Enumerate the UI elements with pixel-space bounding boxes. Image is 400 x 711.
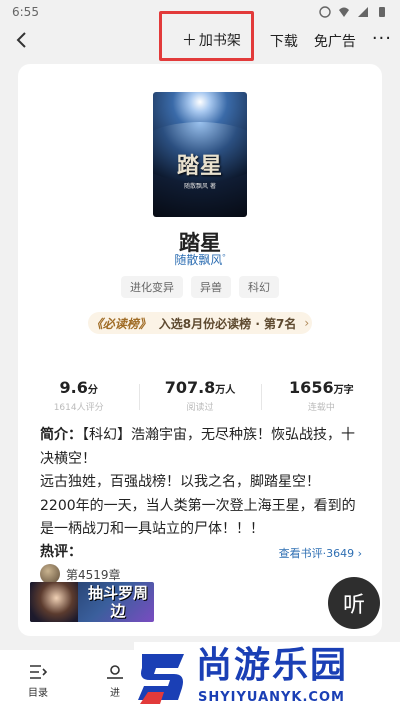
stat-value: 1656 [289, 378, 334, 397]
tag-item[interactable]: 异兽 [191, 276, 231, 298]
top-actions: ＋ 加书架 下载 免广告 ··· [158, 11, 392, 61]
chevron-right-icon: › [354, 546, 362, 560]
cover-title: 踏星 [176, 154, 223, 179]
progress-icon [107, 665, 123, 679]
cover-author: 随散飘风 著 [184, 183, 216, 190]
view-comments-label: 查看书评·3649 [278, 546, 355, 560]
book-cover[interactable]: 踏星 随散飘风 著 [153, 92, 247, 217]
rank-banner[interactable]: 《必读榜》 入选8月份必读榜 · 第7名 › [88, 312, 312, 334]
stat-unit: 万人 [215, 385, 236, 396]
add-to-shelf-label: 加书架 [198, 33, 241, 49]
tag-list: 进化变异 异兽 科幻 [0, 276, 400, 298]
listen-button[interactable]: 听 [328, 577, 380, 629]
comments-header: 热评： 查看书评·3649 › [40, 541, 362, 561]
site-watermark: 尚游乐园 SHYIYUANYK.COM [134, 642, 400, 711]
wifi-icon [339, 7, 349, 17]
synopsis[interactable]: 简介：【科幻】浩瀚宇宙，无尽种族！恢弘战技，十决横空！ 远古独姓，百强战榜！以我… [40, 424, 362, 542]
watermark-logo-icon [138, 654, 184, 704]
battery-icon [379, 7, 385, 17]
promo-banner[interactable]: 抽斗罗周边 [30, 582, 154, 622]
synopsis-line: 远古独姓，百强战榜！以我之名，脚踏星空！ [40, 474, 320, 490]
nav-label: 进 [110, 688, 120, 699]
plus-icon: ＋ [181, 31, 197, 49]
no-ads-button[interactable]: 免广告 [314, 31, 356, 51]
tag-item[interactable]: 进化变异 [121, 276, 183, 298]
nav-item-catalog[interactable]: 目录 [28, 664, 48, 699]
download-button[interactable]: 下载 [270, 31, 298, 51]
tag-item[interactable]: 科幻 [239, 276, 279, 298]
stat-label: 连载中 [307, 403, 335, 413]
rank-badge-text: 必读榜 [102, 316, 139, 331]
status-icons [319, 6, 388, 18]
stat-word-count: 1656万字 连载中 [260, 378, 382, 418]
author-arrow-icon: ᵒ [222, 252, 226, 261]
top-bar: ＋ 加书架 下载 免广告 ··· [0, 11, 400, 61]
stats-row: 9.6分 1614人评分 707.8万人 阅读过 1656万字 连载中 [18, 378, 382, 418]
promo-text: 抽斗罗周边 [87, 584, 148, 620]
stat-label: 1614人评分 [53, 403, 104, 413]
synopsis-line: 2200年的一天，当人类第一次登上海王星，看到的是一柄战刀和一具站立的尸体！！！ [40, 497, 356, 538]
add-to-shelf-button[interactable]: ＋ 加书架 [158, 11, 254, 61]
stat-unit: 分 [87, 385, 98, 396]
watermark-text-cn: 尚游乐园 [196, 645, 349, 686]
rank-badge: 《必读榜》 [90, 316, 151, 331]
comment-chapter: 第4519章 [66, 567, 121, 582]
catalog-icon [30, 665, 47, 679]
author-link[interactable]: 随散飘风ᵒ [0, 251, 400, 268]
comment-item[interactable]: 第4519章 [40, 564, 121, 584]
author-name: 随散飘风 [174, 253, 223, 267]
stat-readers: 707.8万人 阅读过 [139, 378, 260, 418]
status-time: 6:55 [12, 5, 39, 19]
chevron-right-icon: › [304, 316, 310, 330]
stat-value: 707.8 [164, 378, 216, 397]
more-options-icon[interactable]: ··· [372, 30, 392, 52]
nav-label: 目录 [28, 688, 48, 699]
back-arrow-icon[interactable] [10, 28, 34, 52]
view-comments-link[interactable]: 查看书评·3649 › [279, 542, 362, 561]
notification-icon [319, 6, 331, 18]
signal-icon [358, 7, 368, 17]
stat-value: 9.6 [59, 378, 88, 397]
synopsis-heading: 简介： [40, 427, 82, 443]
rank-text: 入选8月份必读榜 · 第7名 [158, 316, 297, 331]
comments-title: 热评： [40, 544, 82, 560]
promo-character-image [30, 582, 78, 622]
watermark-text-en: SHYIYUANYK.COM [198, 690, 345, 705]
listen-label: 听 [342, 593, 365, 618]
stat-rating: 9.6分 1614人评分 [18, 378, 139, 418]
avatar [40, 564, 60, 584]
stat-unit: 万字 [333, 385, 354, 396]
nav-item-progress[interactable]: 进 [106, 664, 124, 699]
stat-label: 阅读过 [186, 403, 214, 413]
synopsis-line: 简介：【科幻】浩瀚宇宙，无尽种族！恢弘战技，十决横空！ [40, 424, 362, 471]
synopsis-text: 【科幻】浩瀚宇宙，无尽种族！恢弘战技，十决横空！ [40, 427, 355, 467]
